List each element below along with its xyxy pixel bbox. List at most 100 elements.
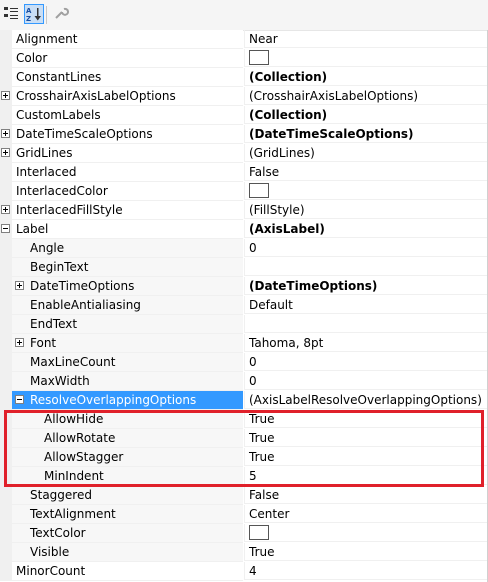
property-pages-button[interactable] [52,4,72,24]
property-row[interactable]: Alignment Near [0,30,488,49]
property-name-cell[interactable]: Interlaced [12,163,243,182]
property-row[interactable]: Visible True [0,543,488,562]
property-value-cell[interactable]: (Collection) [244,106,488,124]
property-value-cell[interactable]: True [244,543,488,561]
property-row[interactable]: InterlacedFillStyle (FillStyle) [0,201,488,220]
property-value-cell[interactable]: (DateTimeScaleOptions) [244,125,488,143]
property-row[interactable]: MaxLineCount 0 [0,353,488,372]
property-value-cell[interactable]: 4 [244,562,488,580]
property-row[interactable]: Interlaced False [0,163,488,182]
property-name-cell[interactable]: ResolveOverlappingOptions [12,391,243,410]
property-name-cell[interactable]: Angle [12,239,243,258]
property-value-cell[interactable]: Near [244,30,488,48]
property-row[interactable]: AllowRotate True [0,429,488,448]
property-row[interactable]: InterlacedColor [0,182,488,201]
property-row[interactable]: Color [0,49,488,68]
property-row[interactable]: BeginText [0,258,488,277]
property-value-cell[interactable]: True [244,448,488,466]
property-row[interactable]: Staggered False [0,486,488,505]
property-name-cell[interactable]: ConstantLines [12,68,243,87]
expand-icon[interactable] [1,205,10,214]
property-row[interactable]: Label (AxisLabel) [0,220,488,239]
property-row[interactable]: MinIndent 5 [0,467,488,486]
property-name-cell[interactable]: TextColor [12,524,243,543]
property-value-cell[interactable]: (CrosshairAxisLabelOptions) [244,87,488,105]
property-name-cell[interactable]: Color [12,49,243,68]
property-name-cell[interactable]: CustomLabels [12,106,243,125]
property-name-cell[interactable]: Font [12,334,243,353]
color-swatch[interactable] [249,525,269,540]
property-value-cell[interactable]: False [244,486,488,504]
collapse-icon[interactable] [15,395,24,404]
property-value-cell[interactable]: (FillStyle) [244,201,488,219]
property-name-cell[interactable]: MaxWidth [12,372,243,391]
property-row[interactable]: Angle 0 [0,239,488,258]
property-name-cell[interactable]: TextAlignment [12,505,243,524]
property-name-cell[interactable]: Staggered [12,486,243,505]
property-name-cell[interactable]: DateTimeOptions [12,277,243,296]
property-row[interactable]: GridLines (GridLines) [0,144,488,163]
property-row[interactable]: DateTimeOptions (DateTimeOptions) [0,277,488,296]
property-value-cell[interactable]: 0 [244,372,488,390]
property-value-cell[interactable]: (DateTimeOptions) [244,277,488,295]
property-row[interactable]: EndText [0,315,488,334]
property-name-cell[interactable]: Label [1,220,243,239]
property-value-cell[interactable] [244,524,488,542]
property-value-cell[interactable]: 0 [244,353,488,371]
expand-icon[interactable] [15,338,24,347]
property-value-cell[interactable]: Default [244,296,488,314]
property-name-cell[interactable]: AllowStagger [12,448,243,467]
property-value-cell[interactable]: (AxisLabel) [244,220,488,238]
property-value-cell[interactable] [244,315,488,333]
property-name-cell[interactable]: Visible [12,543,243,562]
property-value-cell[interactable]: Tahoma, 8pt [244,334,488,352]
property-value-cell[interactable] [244,49,488,67]
property-name-cell[interactable]: CrosshairAxisLabelOptions [1,87,243,106]
property-name-cell[interactable]: MinorCount [12,562,243,581]
property-row[interactable]: AllowStagger True [0,448,488,467]
property-row[interactable]: ConstantLines (Collection) [0,68,488,87]
property-row[interactable]: DateTimeScaleOptions (DateTimeScaleOption… [0,125,488,144]
expand-icon[interactable] [1,129,10,138]
property-row[interactable]: EnableAntialiasing Default [0,296,488,315]
alphabetical-button[interactable]: A Z [24,4,44,24]
property-row[interactable]: ResolveOverlappingOptions (AxisLabelResol… [0,391,488,410]
property-row[interactable]: CrosshairAxisLabelOptions (CrosshairAxisL… [0,87,488,106]
property-value-cell[interactable]: 0 [244,239,488,257]
property-value-cell[interactable]: Center [244,505,488,523]
property-value-cell[interactable]: (GridLines) [244,144,488,162]
property-row[interactable]: AllowHide True [0,410,488,429]
property-name-cell[interactable]: Alignment [12,30,243,49]
property-value-cell[interactable] [244,258,488,276]
expand-icon[interactable] [15,281,24,290]
property-value-cell[interactable]: False [244,163,488,181]
color-swatch[interactable] [249,50,269,65]
property-name-cell[interactable]: BeginText [12,258,243,277]
property-value-cell[interactable]: (AxisLabelResolveOverlappingOptions) [244,391,488,409]
property-name-cell[interactable]: MaxLineCount [12,353,243,372]
color-swatch[interactable] [249,183,269,198]
property-value-cell[interactable] [244,182,488,200]
property-value-cell[interactable]: 5 [244,467,488,485]
property-row[interactable]: Font Tahoma, 8pt [0,334,488,353]
property-value-cell[interactable]: True [244,410,488,428]
expand-icon[interactable] [1,148,10,157]
property-name-cell[interactable]: InterlacedColor [12,182,243,201]
property-row[interactable]: MinorCount 4 [0,562,488,581]
expand-icon[interactable] [1,91,10,100]
property-name-cell[interactable]: AllowRotate [12,429,243,448]
property-name-cell[interactable]: AllowHide [12,410,243,429]
property-name-cell[interactable]: InterlacedFillStyle [1,201,243,220]
categorized-button[interactable] [2,4,22,24]
property-row[interactable]: TextColor [0,524,488,543]
collapse-icon[interactable] [1,224,10,233]
property-name-cell[interactable]: GridLines [1,144,243,163]
property-name-cell[interactable]: MinIndent [12,467,243,486]
property-value-cell[interactable]: (Collection) [244,68,488,86]
property-name-cell[interactable]: EnableAntialiasing [12,296,243,315]
property-row[interactable]: MaxWidth 0 [0,372,488,391]
property-value-cell[interactable]: True [244,429,488,447]
property-row[interactable]: TextAlignment Center [0,505,488,524]
property-name-cell[interactable]: DateTimeScaleOptions [1,125,243,144]
property-row[interactable]: CustomLabels (Collection) [0,106,488,125]
